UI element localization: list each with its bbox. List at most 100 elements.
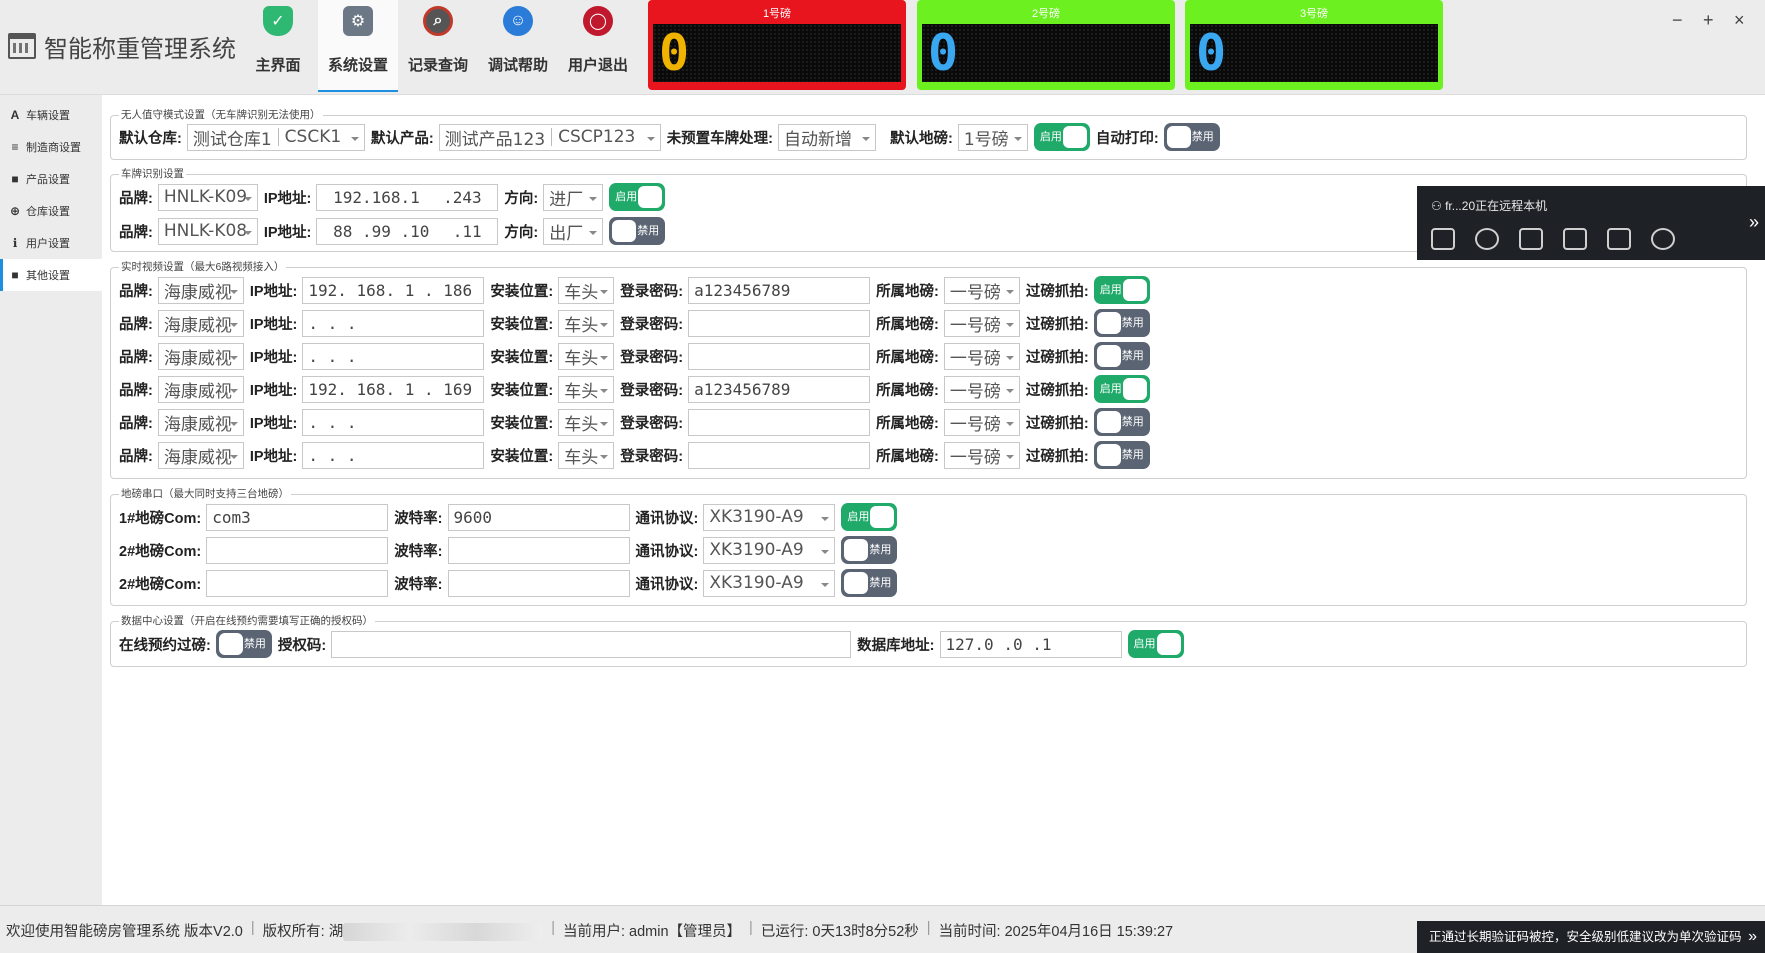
plate-ip-input[interactable]: 88 .99 .10 .11 [316,217,499,245]
serial-row: 2#地磅Com: 波特率: 通讯协议: XK3190-A9 禁用 [119,569,903,597]
divider: | [551,920,555,936]
field-value: a123456789 [694,379,791,399]
field-label: 所属地磅: [876,448,939,465]
default-warehouse-select[interactable]: 测试仓库1 CSCK1 [186,123,365,151]
expand-icon[interactable]: » [1749,212,1759,233]
nav-home[interactable]: ✓ 主界面 [238,0,318,92]
unattended-toggle[interactable]: 启用 [1033,123,1090,151]
sidebar-item-manufacturer[interactable]: ≡ 制造商设置 [0,131,102,163]
default-product-select[interactable]: 测试产品123 CSCP123 [438,123,661,151]
video-password-input[interactable]: a123456789 [688,375,871,403]
sidebar-item-user[interactable]: ℹ 用户设置 [0,227,102,259]
nav-system-settings[interactable]: ⚙ 系统设置 [318,0,398,92]
field-label: 品牌: [119,190,153,207]
plate-brand-select[interactable]: HNLK-K08 [157,217,258,245]
serial-enable-toggle[interactable]: 启用 [841,503,898,531]
close-circle-icon[interactable] [1651,228,1675,250]
remote-security-notice: 正通过长期验证码被控，安全级别低建议改为单次验证码 » [1417,921,1765,953]
serial-protocol-select[interactable]: XK3190-A9 [703,536,836,564]
sidebar-item-label: 车辆设置 [26,110,70,122]
video-ip-input[interactable]: . . . [302,441,485,469]
plate-direction-select[interactable]: 出厂 [543,217,604,245]
video-position-select[interactable]: 车头 [558,441,615,469]
video-brand-select[interactable]: 海康威视 [157,375,244,403]
serial-enable-toggle[interactable]: 禁用 [841,569,898,597]
video-ip-input[interactable]: . . . [302,408,485,436]
video-scale-select[interactable]: 一号磅 [943,276,1020,304]
video-password-input[interactable] [688,342,871,370]
field-label: 安装位置: [490,283,554,300]
video-position-select[interactable]: 车头 [558,375,615,403]
online-booking-toggle[interactable]: 禁用 [215,630,272,658]
video-scale-select[interactable]: 一号磅 [943,441,1020,469]
auth-code-input[interactable] [331,630,852,658]
video-snapshot-toggle[interactable]: 禁用 [1093,441,1150,469]
expand-icon[interactable]: » [1748,921,1757,953]
plate-toggle[interactable]: 禁用 [609,217,666,245]
microphone-icon[interactable] [1475,228,1499,250]
plate-row: 品牌: HNLK-K08 IP地址: 88 .99 .10.11 方向: 出厂 … [119,217,671,245]
app-title: 智能称重管理系统 [8,28,236,64]
db-address-input[interactable]: 127.0 .0 .1 [939,630,1122,658]
nav-logout[interactable]: ◯ 用户退出 [558,0,638,92]
video-snapshot-toggle[interactable]: 禁用 [1093,342,1150,370]
sidebar-item-other[interactable]: ■ 其他设置 [0,259,102,291]
video-password-input[interactable] [688,309,871,337]
serial-enable-toggle[interactable]: 禁用 [841,536,898,564]
scale-display-2: 2号磅 0 [917,0,1175,90]
video-snapshot-toggle[interactable]: 启用 [1093,276,1150,304]
serial-baud-input[interactable] [447,569,630,597]
video-scale-select[interactable]: 一号磅 [943,342,1020,370]
video-brand-select[interactable]: 海康威视 [157,408,244,436]
ip-part: 88 .99 .10 [333,221,430,241]
video-brand-select[interactable]: 海康威视 [157,441,244,469]
plate-brand-select[interactable]: HNLK-K09 [157,183,258,211]
text-icon[interactable] [1563,228,1587,250]
video-scale-select[interactable]: 一号磅 [943,375,1020,403]
video-position-select[interactable]: 车头 [558,276,615,304]
video-brand-select[interactable]: 海康威视 [157,309,244,337]
video-position-select[interactable]: 车头 [558,309,615,337]
nav-records[interactable]: ⌕ 记录查询 [398,0,478,92]
video-password-input[interactable] [688,408,871,436]
serial-com-input[interactable]: com3 [206,503,389,531]
video-brand-select[interactable]: 海康威视 [157,276,244,304]
video-ip-input[interactable]: 192. 168. 1 . 186 [302,276,485,304]
autoprint-toggle[interactable]: 禁用 [1163,123,1220,151]
serial-baud-input[interactable]: 9600 [447,503,630,531]
sidebar-item-vehicle[interactable]: A 车辆设置 [0,99,102,131]
video-position-select[interactable]: 车头 [558,342,615,370]
serial-protocol-select[interactable]: XK3190-A9 [703,503,836,531]
db-toggle[interactable]: 启用 [1127,630,1184,658]
video-snapshot-toggle[interactable]: 禁用 [1093,309,1150,337]
video-brand-select[interactable]: 海康威视 [157,342,244,370]
video-password-input[interactable] [688,441,871,469]
video-ip-input[interactable]: . . . [302,309,485,337]
unplanned-plate-select[interactable]: 自动新增 [778,123,877,151]
chat-icon[interactable] [1431,228,1455,250]
sidebar-item-warehouse[interactable]: ⊕ 仓库设置 [0,195,102,227]
video-position-select[interactable]: 车头 [558,408,615,436]
video-ip-input[interactable]: . . . [302,342,485,370]
video-scale-select[interactable]: 一号磅 [943,408,1020,436]
maximize-button[interactable]: + [1703,10,1714,31]
serial-com-input[interactable] [206,569,389,597]
nav-debug-help[interactable]: ☺ 调试帮助 [478,0,558,92]
default-scale-select[interactable]: 1号磅 [957,123,1028,151]
serial-baud-input[interactable] [447,536,630,564]
minimize-button[interactable]: − [1672,10,1683,31]
plate-direction-select[interactable]: 进厂 [543,183,604,211]
serial-protocol-select[interactable]: XK3190-A9 [703,569,836,597]
video-ip-input[interactable]: 192. 168. 1 . 169 [302,375,485,403]
folder-transfer-icon[interactable] [1607,228,1631,250]
serial-com-input[interactable] [206,536,389,564]
keyboard-icon[interactable] [1519,228,1543,250]
close-button[interactable]: × [1734,10,1745,31]
plate-ip-input[interactable]: 192.168.1 .243 [316,183,499,211]
video-snapshot-toggle[interactable]: 启用 [1093,375,1150,403]
video-scale-select[interactable]: 一号磅 [943,309,1020,337]
video-password-input[interactable]: a123456789 [688,276,871,304]
video-snapshot-toggle[interactable]: 禁用 [1093,408,1150,436]
plate-toggle[interactable]: 启用 [609,183,666,211]
sidebar-item-product[interactable]: ■ 产品设置 [0,163,102,195]
